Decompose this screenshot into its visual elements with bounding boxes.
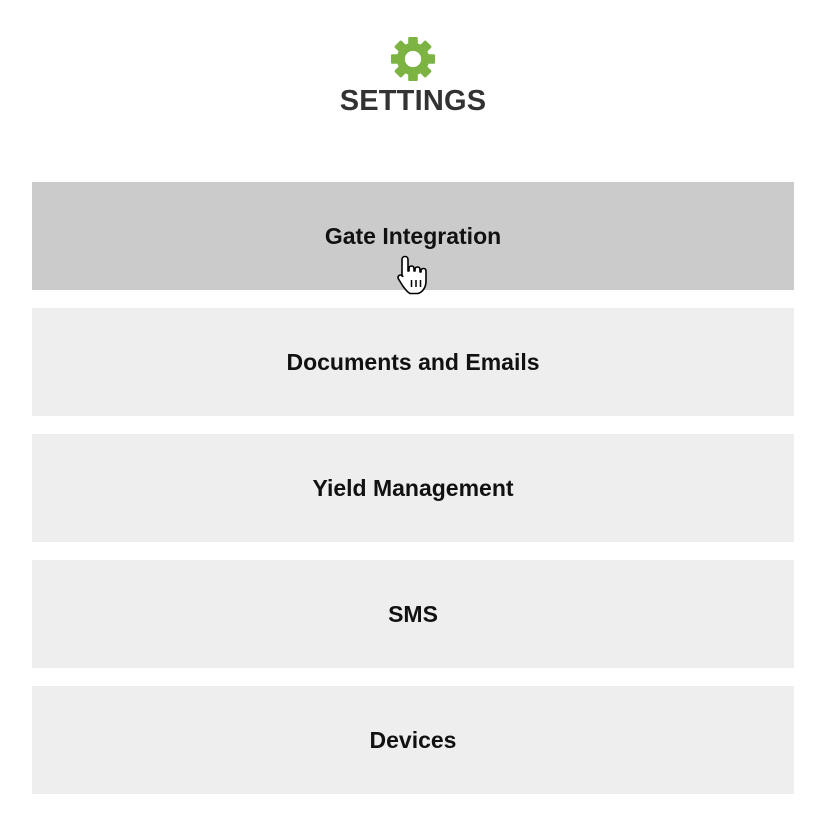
- settings-menu: Gate Integration Documents and Emails Yi…: [32, 182, 794, 812]
- page-title: SETTINGS: [339, 85, 487, 117]
- menu-item-yield-management[interactable]: Yield Management: [32, 434, 794, 542]
- menu-item-devices[interactable]: Devices: [32, 686, 794, 794]
- settings-header: SETTINGS: [0, 36, 826, 118]
- menu-item-gate-integration[interactable]: Gate Integration: [32, 182, 794, 290]
- menu-item-documents-and-emails[interactable]: Documents and Emails: [32, 308, 794, 416]
- menu-item-sms[interactable]: SMS: [32, 560, 794, 668]
- menu-item-label: Yield Management: [312, 474, 514, 501]
- gear-icon: [390, 36, 436, 82]
- menu-item-label: SMS: [388, 600, 438, 627]
- menu-item-label: Documents and Emails: [286, 348, 540, 375]
- menu-item-label: Gate Integration: [324, 222, 502, 249]
- menu-item-label: Devices: [369, 726, 457, 753]
- settings-page: SETTINGS Gate Integration Documents and …: [0, 0, 830, 830]
